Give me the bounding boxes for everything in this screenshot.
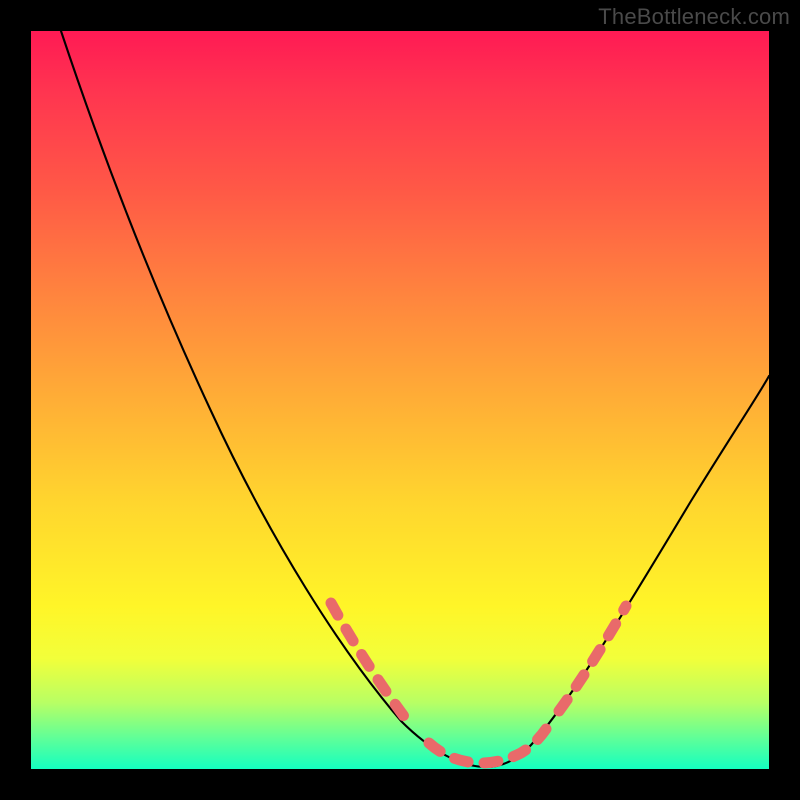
highlight-segment-left	[331, 603, 406, 719]
highlight-segment-bottom	[429, 729, 546, 763]
chart-container: TheBottleneck.com	[0, 0, 800, 800]
chart-svg	[31, 31, 769, 769]
main-curve-line	[61, 31, 769, 767]
watermark-text: TheBottleneck.com	[598, 4, 790, 30]
highlight-segment-right	[559, 606, 626, 711]
